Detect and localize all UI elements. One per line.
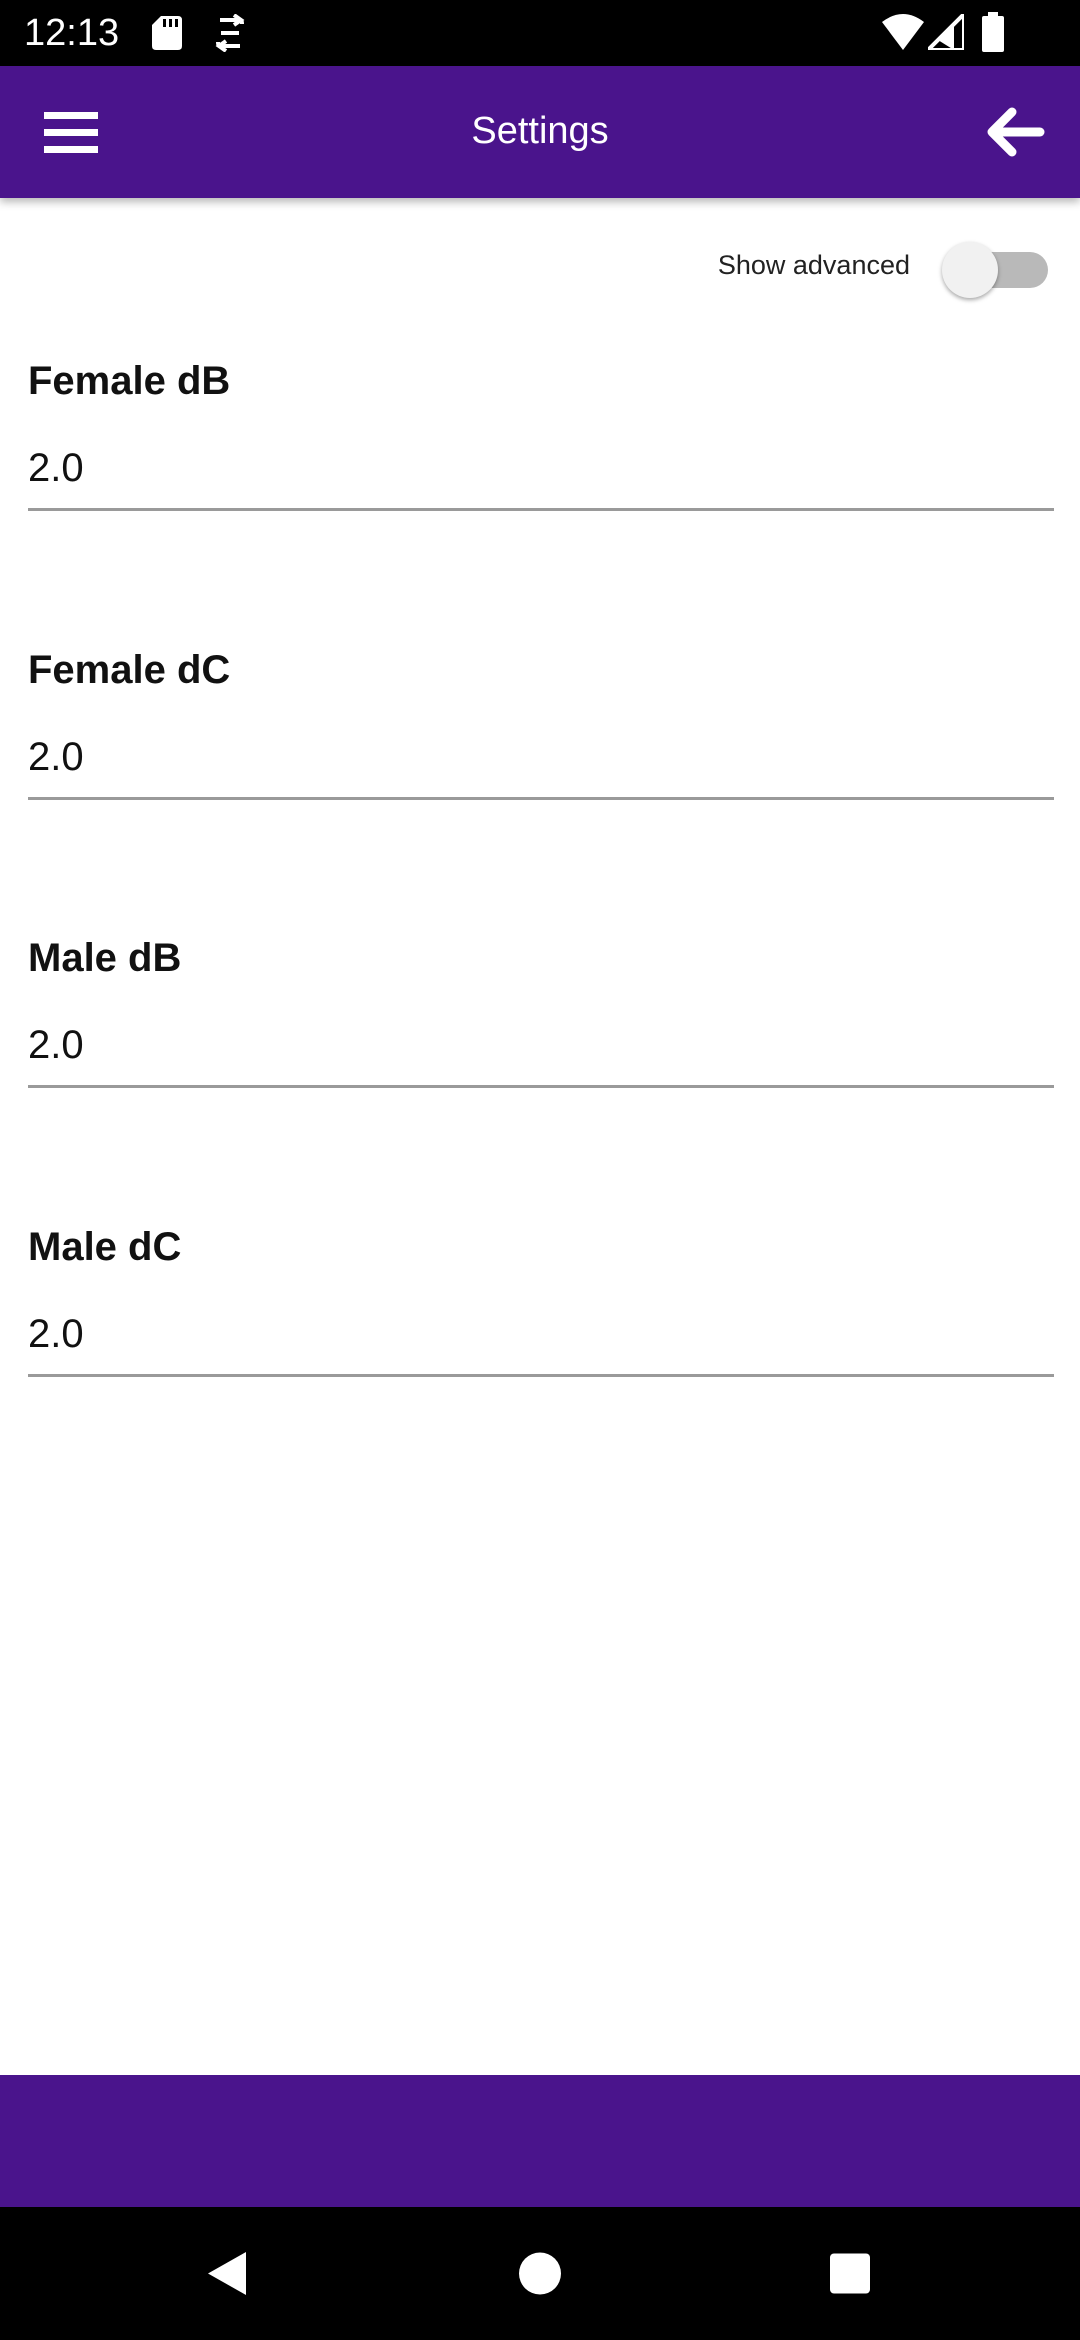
field-label: Male dB <box>28 936 182 980</box>
female-dc-input[interactable] <box>28 729 1054 785</box>
field-underline <box>28 1085 1054 1088</box>
recents-square-icon <box>830 2253 870 2294</box>
field-female-dc: Female dC <box>28 645 1054 800</box>
status-time: 12:13 <box>24 12 120 54</box>
field-male-dc: Male dC <box>28 1222 1054 1377</box>
home-circle-icon <box>519 2252 561 2295</box>
field-female-db: Female dB <box>28 356 1054 511</box>
nav-back-button[interactable] <box>166 2207 286 2340</box>
bottom-bar <box>0 2075 1080 2207</box>
nav-recents-button[interactable] <box>790 2207 910 2340</box>
field-underline <box>28 1374 1054 1377</box>
arrow-back-icon <box>987 107 1045 157</box>
show-advanced-switch[interactable] <box>942 236 1050 298</box>
settings-screen: 12:13 Settings Show advanced Female dB 2… <box>0 0 1080 2340</box>
sync-icon <box>215 14 245 52</box>
male-dc-input[interactable] <box>28 1306 1054 1362</box>
male-db-input[interactable] <box>28 1017 1054 1073</box>
field-underline <box>28 797 1054 800</box>
field-label: Female dB <box>28 359 231 403</box>
battery-icon <box>982 12 1004 52</box>
field-male-db: Male dB <box>28 933 1054 1088</box>
nav-home-button[interactable] <box>480 2207 600 2340</box>
navigation-bar <box>0 2207 1080 2340</box>
field-underline <box>28 508 1054 511</box>
field-label: Female dC <box>28 648 231 692</box>
app-bar: Settings <box>0 66 1080 198</box>
sd-card-icon <box>152 16 182 50</box>
signal-icon <box>928 14 964 50</box>
wifi-icon <box>882 14 924 50</box>
field-label: Male dC <box>28 1225 182 1269</box>
show-advanced-label: Show advanced <box>717 250 910 280</box>
back-triangle-icon <box>208 2252 246 2295</box>
status-bar: 12:13 <box>0 0 1080 66</box>
page-title: Settings <box>471 110 609 152</box>
show-advanced-row: Show advanced <box>0 198 1080 328</box>
back-button[interactable] <box>978 100 1050 164</box>
female-db-input[interactable] <box>28 440 1054 496</box>
switch-thumb <box>942 242 998 298</box>
